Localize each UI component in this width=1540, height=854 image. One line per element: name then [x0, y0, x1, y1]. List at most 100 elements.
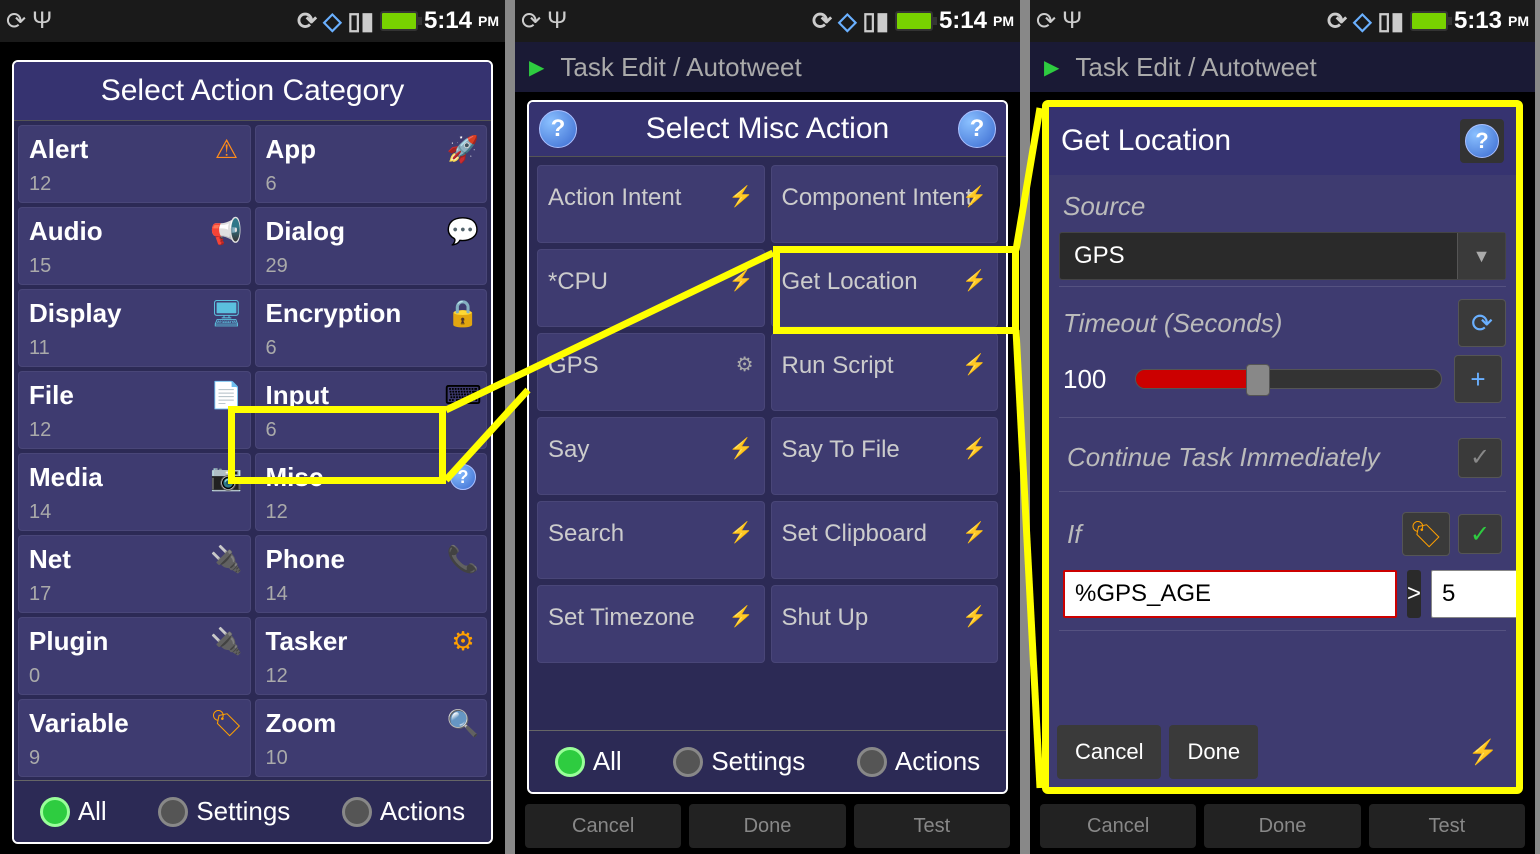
variable-tag-button[interactable]: 🏷 — [1402, 512, 1450, 556]
dropdown-arrow-icon: ▼ — [1457, 233, 1505, 279]
category-count: 6 — [266, 419, 477, 442]
continue-label: Continue Task Immediately — [1063, 436, 1384, 479]
misc-get-location[interactable]: Get Location⚡ — [771, 249, 999, 327]
misc-cpu[interactable]: *CPU⚡ — [537, 249, 765, 327]
misc-component-intent[interactable]: Component Intent⚡ — [771, 165, 999, 243]
refresh-button[interactable]: ⟳ — [1458, 299, 1506, 347]
cancel-button[interactable]: Cancel — [1057, 725, 1161, 779]
source-select[interactable]: GPS ▼ — [1059, 232, 1506, 280]
category-count: 14 — [266, 583, 477, 606]
bolt-icon: ⚡ — [962, 436, 987, 461]
category-label: Misc — [266, 462, 477, 493]
category-encryption[interactable]: Encryption 6 🔒 — [255, 289, 488, 367]
misc-list: Action Intent⚡ Component Intent⚡ *CPU⚡ G… — [529, 157, 1006, 730]
misc-gps[interactable]: GPS⚙ — [537, 333, 765, 411]
bg-done-button[interactable]: Done — [689, 804, 845, 848]
sync-icon: ⟳ — [6, 7, 26, 36]
category-media[interactable]: Media 14 📷 — [18, 453, 251, 531]
form-title-row: Get Location ? — [1049, 107, 1516, 175]
done-button[interactable]: Done — [1169, 725, 1258, 779]
category-phone[interactable]: Phone 14 📞 — [255, 535, 488, 613]
misc-shut-up[interactable]: Shut Up⚡ — [771, 585, 999, 663]
filter-settings[interactable]: Settings — [158, 796, 290, 827]
filter-actions[interactable]: Actions — [342, 796, 465, 827]
filter-actions[interactable]: Actions — [857, 746, 980, 777]
sync-icon: ⟳ — [812, 7, 832, 36]
category-count: 10 — [266, 747, 477, 770]
help-button[interactable]: ? — [1460, 119, 1504, 163]
bg-done-button[interactable]: Done — [1204, 804, 1360, 848]
if-enabled-checkbox[interactable]: ✓ — [1458, 514, 1502, 554]
dialog-footer: All Settings Actions — [14, 780, 491, 842]
clock-ampm: PM — [993, 13, 1014, 29]
bg-test-button[interactable]: Test — [1369, 804, 1525, 848]
plug-icon: 🔌 — [212, 544, 242, 574]
wifi-icon: ◇ — [323, 7, 341, 36]
signal-icon: ▯▮ — [863, 7, 889, 36]
misc-say-to-file[interactable]: Say To File⚡ — [771, 417, 999, 495]
monitor-icon: 🖥 — [212, 298, 242, 328]
category-count: 0 — [29, 665, 240, 688]
category-file[interactable]: File 12 📄 — [18, 371, 251, 449]
background-footer: Cancel Done Test — [515, 798, 1020, 854]
if-variable-input[interactable] — [1063, 570, 1397, 618]
category-alert[interactable]: Alert 12 ⚠ — [18, 125, 251, 203]
background-header: ▶ Task Edit / Autotweet — [515, 42, 1020, 92]
increment-button[interactable]: + — [1454, 355, 1502, 403]
slider-thumb[interactable] — [1246, 364, 1270, 396]
misc-run-script[interactable]: Run Script⚡ — [771, 333, 999, 411]
item-label: GPS — [548, 352, 599, 380]
item-label: Set Timezone — [548, 604, 695, 632]
gear-icon: ⚙ — [448, 626, 478, 656]
misc-search[interactable]: Search⚡ — [537, 501, 765, 579]
bg-cancel-button[interactable]: Cancel — [525, 804, 681, 848]
category-audio[interactable]: Audio 15 📢 — [18, 207, 251, 285]
misc-set-clipboard[interactable]: Set Clipboard⚡ — [771, 501, 999, 579]
help-left-button[interactable]: ? — [539, 110, 577, 148]
battery-icon — [1410, 11, 1448, 31]
status-bar: ⟳ Ψ ⟳ ◇ ▯▮ 5:14 PM — [0, 0, 505, 42]
bolt-icon: ⚡ — [962, 184, 987, 209]
bolt-icon: ⚡ — [962, 268, 987, 293]
misc-set-timezone[interactable]: Set Timezone⚡ — [537, 585, 765, 663]
category-plugin[interactable]: Plugin 0 🔌 — [18, 617, 251, 695]
item-label: *CPU — [548, 268, 608, 296]
filter-settings[interactable]: Settings — [673, 746, 805, 777]
usb-icon: Ψ — [547, 7, 567, 35]
if-value-input[interactable] — [1431, 570, 1523, 618]
misc-action-dialog: ? Select Misc Action ? Action Intent⚡ Co… — [527, 100, 1008, 794]
category-label: Net — [29, 544, 240, 575]
continue-checkbox[interactable]: ✓ — [1458, 438, 1502, 478]
category-input[interactable]: Input 6 ⌨ — [255, 371, 488, 449]
category-dialog[interactable]: Dialog 29 💬 — [255, 207, 488, 285]
if-operator-select[interactable]: > — [1407, 570, 1421, 618]
timeout-slider[interactable] — [1135, 369, 1442, 389]
category-count: 15 — [29, 255, 240, 278]
misc-say[interactable]: Say⚡ — [537, 417, 765, 495]
bolt-icon: ⚡ — [1468, 725, 1508, 779]
dialog-title: Select Misc Action — [646, 112, 889, 146]
filter-all[interactable]: All — [40, 796, 107, 827]
category-app[interactable]: App 6 🚀 — [255, 125, 488, 203]
category-display[interactable]: Display 11 🖥 — [18, 289, 251, 367]
category-label: Zoom — [266, 708, 477, 739]
help-right-button[interactable]: ? — [958, 110, 996, 148]
filter-all[interactable]: All — [555, 746, 622, 777]
category-label: Media — [29, 462, 240, 493]
filter-label: All — [78, 796, 107, 827]
category-tasker[interactable]: Tasker 12 ⚙ — [255, 617, 488, 695]
bg-test-button[interactable]: Test — [854, 804, 1010, 848]
misc-action-intent[interactable]: Action Intent⚡ — [537, 165, 765, 243]
tag-icon: 🏷 — [212, 708, 242, 738]
category-count: 12 — [266, 501, 477, 524]
category-net[interactable]: Net 17 🔌 — [18, 535, 251, 613]
help-icon: ? — [448, 462, 478, 492]
category-zoom[interactable]: Zoom 10 🔍 — [255, 699, 488, 777]
item-label: Set Clipboard — [782, 520, 927, 548]
category-count: 12 — [266, 665, 477, 688]
category-misc[interactable]: Misc 12 ? — [255, 453, 488, 531]
category-variable[interactable]: Variable 9 🏷 — [18, 699, 251, 777]
category-count: 11 — [29, 337, 240, 360]
bg-cancel-button[interactable]: Cancel — [1040, 804, 1196, 848]
filter-label: Settings — [711, 746, 805, 777]
